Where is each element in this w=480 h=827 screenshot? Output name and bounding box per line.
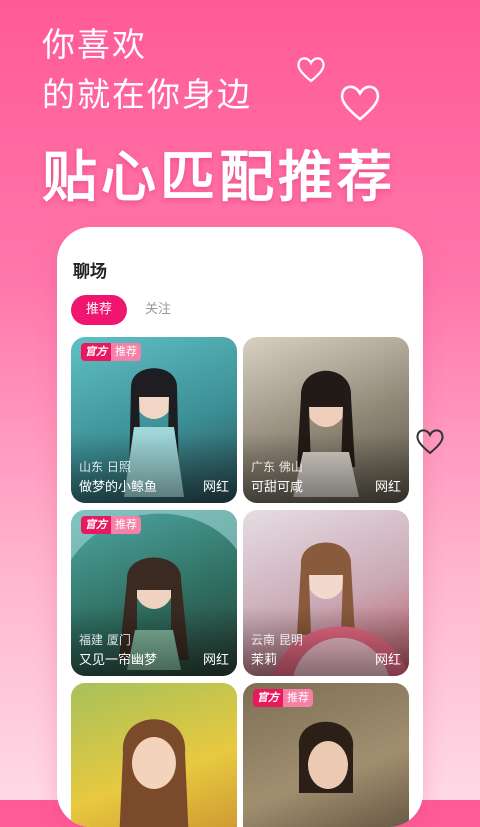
official-badge: 官方 推荐 (81, 343, 141, 361)
profile-card[interactable]: 广东 佛山 可甜可咸 网红 (243, 337, 409, 503)
profile-card[interactable]: 官方 推荐 福建 厦门 又见一帘幽梦 网红 (71, 510, 237, 676)
card-location: 福建 厦门 (79, 633, 131, 647)
profile-card[interactable] (71, 683, 237, 827)
tab-follow[interactable]: 关注 (145, 295, 171, 325)
card-location: 广东 佛山 (251, 460, 303, 474)
hero-line-2: 的就在你身边 (42, 75, 252, 114)
official-badge: 官方 推荐 (253, 689, 313, 707)
card-name: 茉莉 (251, 653, 278, 668)
card-tag: 网红 (202, 480, 229, 495)
hero-title: 贴心匹配推荐 (42, 145, 397, 209)
profile-photo (119, 719, 189, 827)
heart-icon (297, 57, 325, 83)
card-tag: 网红 (374, 480, 401, 495)
card-location: 山东 日照 (79, 460, 131, 474)
phone-screen: 聊场 推荐 关注 官方 推荐 山东 日照 做梦的小鲸鱼 网红 广东 佛山 可甜可… (57, 227, 423, 827)
card-location: 云南 昆明 (251, 633, 303, 647)
heart-icon (340, 85, 380, 121)
card-tag: 网红 (202, 653, 229, 668)
profile-photo (298, 721, 354, 793)
card-name: 可甜可咸 (251, 480, 304, 495)
card-name: 做梦的小鲸鱼 (79, 480, 158, 495)
hero-line-1: 你喜欢 (42, 25, 147, 64)
profile-card[interactable]: 云南 昆明 茉莉 网红 (243, 510, 409, 676)
card-name: 又见一帘幽梦 (79, 653, 158, 668)
card-tag: 网红 (374, 653, 401, 668)
page-title: 聊场 (73, 262, 107, 282)
heart-icon (416, 429, 444, 455)
profile-card[interactable]: 官方 推荐 山东 日照 做梦的小鲸鱼 网红 (71, 337, 237, 503)
tab-recommend[interactable]: 推荐 (71, 295, 127, 325)
profile-card[interactable]: 官方 推荐 (243, 683, 409, 827)
official-badge: 官方 推荐 (81, 516, 141, 534)
